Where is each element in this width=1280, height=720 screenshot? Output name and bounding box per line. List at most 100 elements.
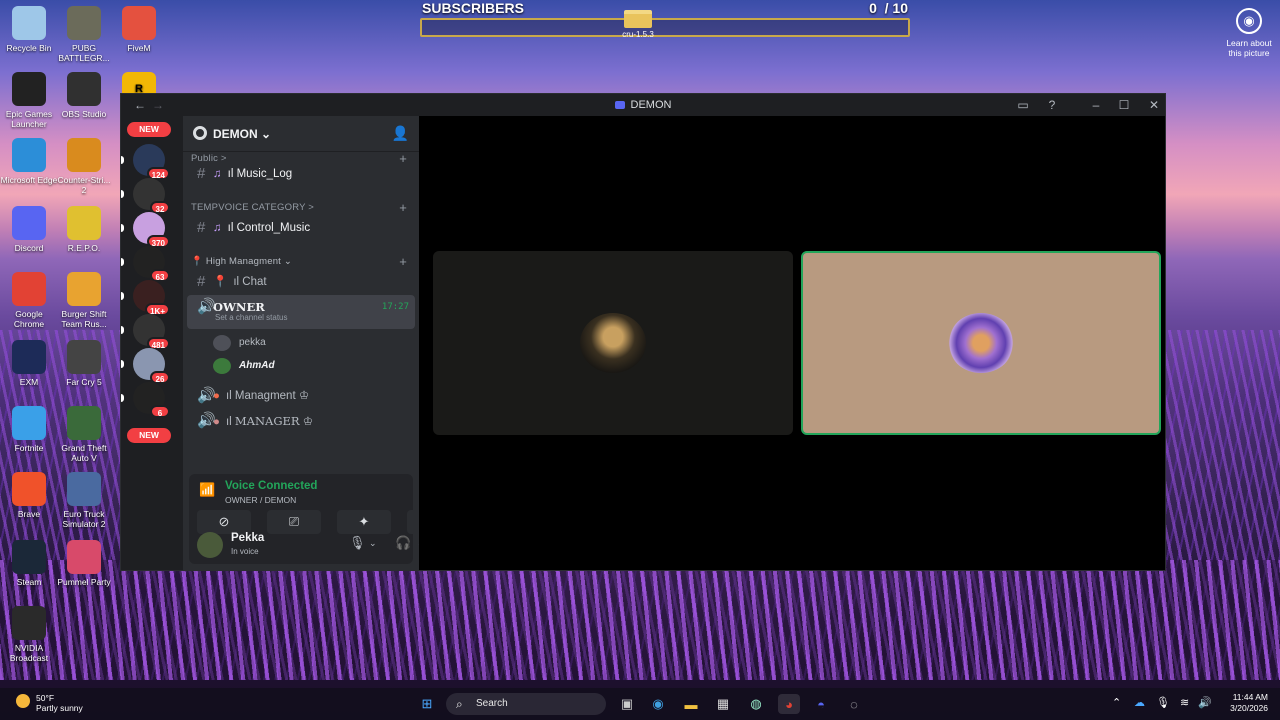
folder-cru[interactable]: cru-1.5.3 [622,10,654,48]
add-channel-icon[interactable]: + [399,200,407,215]
desktop-icon-obs[interactable]: OBS Studio [55,72,113,119]
chevron-up-icon[interactable]: ⌃ [1112,696,1121,709]
desktop-icon-pummel-party[interactable]: Pummel Party [55,540,113,587]
desktop-icon-pubg[interactable]: PUBG BATTLEGR... [55,6,113,63]
discord-taskbar-icon[interactable]: ◓ [810,694,832,714]
desktop-icon-exm[interactable]: EXM [0,340,58,387]
user-panel: Pekka In voice 🎙 ⌄ 🎧 ⌄ ⚙ [189,528,453,562]
desktop-icon-discord[interactable]: Discord [0,206,58,253]
ets2-icon [67,472,101,506]
desktop-icon-chrome[interactable]: Google Chrome [0,272,58,329]
desktop-icon-far-cry[interactable]: Far Cry 5 [55,340,113,387]
channel-control-music[interactable]: # ♫ ıl Control_Music [187,216,415,240]
desktop-icon-label: Steam [16,577,42,587]
speaker-icon: 🔊 [197,412,216,429]
desktop-icon-steam[interactable]: Steam [0,540,58,587]
edge-taskbar-icon[interactable]: ◉ [647,694,669,714]
server-icon[interactable]: 1K+ [133,280,170,316]
user-avatar-pekka [580,313,646,373]
chrome-taskbar-icon[interactable]: ◕ [778,694,800,714]
channel-chat[interactable]: # 📍 ıl Chat [187,270,415,294]
inbox-icon[interactable]: ▭ [1012,96,1034,114]
new-pill-top[interactable]: NEW [127,122,171,137]
store-icon[interactable]: ▦ [712,694,734,714]
desktop-icon-fivem[interactable]: FiveM [110,6,168,53]
chevron-down-icon[interactable]: ⌄ [369,538,377,549]
weather-widget[interactable]: 50°F Partly sunny [16,693,83,713]
desktop-icon-nvidia[interactable]: NVIDIA Broadcast [0,606,58,663]
maximize-icon[interactable]: ☐ [1113,96,1135,114]
voice-user-ahmad[interactable]: AhmAd [213,356,275,376]
learn-about-picture[interactable]: ◉ Learn about this picture [1222,8,1276,58]
speaker-icon: 🔊 [197,298,216,315]
channel-owner[interactable]: 🔊 OWNER 17:27 Set a channel status [187,295,415,329]
headphones-icon[interactable]: 🎧 [395,535,411,551]
wifi-icon[interactable]: ≋ [1180,696,1189,709]
desktop-icon-counter-strike[interactable]: Counter-Stri... 2 [55,138,113,195]
desktop-icon-recycle-bin[interactable]: Recycle Bin [0,6,58,53]
task-view-icon[interactable]: ▣ [616,694,638,714]
server-icon[interactable]: 481 [133,314,170,350]
server-icon[interactable]: 63 [133,246,170,282]
desktop-icon-label: R.E.P.O. [67,243,101,253]
clock[interactable]: 11:44 AM 3/20/2026 [1230,692,1268,714]
desktop-icon-epic-games[interactable]: Epic Games Launcher [0,72,58,129]
voice-channel-path[interactable]: OWNER / DEMON [225,495,296,505]
video-tile-ahmad[interactable] [801,251,1161,435]
start-icon[interactable]: ⊞ [416,694,438,714]
unread-pip [121,258,124,266]
desktop-icon-label: Far Cry 5 [66,377,102,387]
add-channel-icon[interactable]: + [399,254,407,269]
category-tempvoice[interactable]: TEMPVOICE CATEGORY > + [191,200,411,215]
microphone-tray-icon[interactable]: 🎙 [1156,696,1170,709]
desktop-icon-burger-shift[interactable]: Burger Shift Team Rus... [55,272,113,329]
category-high-managment[interactable]: 📍 High Managment ⌄ + [191,254,411,269]
microphone-icon[interactable]: 🎙 [349,535,366,551]
server-header[interactable]: DEMON ⌄ 👤 [183,116,419,152]
minimize-icon[interactable]: – [1085,96,1107,114]
video-tile-pekka[interactable] [433,251,793,435]
close-icon[interactable]: ✕ [1143,96,1165,114]
channel-managment[interactable]: 🔊 ● ıl Managment ♔ [187,384,415,408]
obs-taskbar-icon[interactable]: ◌ [843,694,865,714]
search-box[interactable]: ⌕ Search [446,693,606,715]
new-pill-bottom[interactable]: NEW [127,428,171,443]
channel-status[interactable]: Set a channel status [215,313,288,323]
folder-label: cru-1.5.3 [622,30,654,39]
volume-icon[interactable]: 🔊 [1198,696,1212,709]
server-icon[interactable]: 370 [133,212,170,248]
steam-taskbar-icon[interactable]: ◍ [745,694,767,714]
server-icon[interactable]: 26 [133,348,170,384]
signal-icon[interactable]: 📶 [199,482,215,498]
discord-window: ← → DEMON ▭ ? – ☐ ✕ NEW 124 32 370 63 1K+ 481… [120,93,1166,571]
invite-icon[interactable]: 👤 [392,125,409,142]
server-icon[interactable]: 6 [133,382,170,418]
voice-user-pekka[interactable]: pekka [213,333,266,353]
user-avatar[interactable] [197,532,223,558]
desktop-icon-edge[interactable]: Microsoft Edge [0,138,58,185]
server-icon[interactable]: 32 [133,178,170,214]
help-icon[interactable]: ? [1041,96,1063,114]
speaker-icon: 🔊 [197,387,216,404]
channel-music-log[interactable]: # ♫ ıl Music_Log [187,162,415,186]
channel-manager[interactable]: 🔊 ● ıl MANAGER ♔ [187,409,415,433]
user-name[interactable]: Pekka [231,532,264,544]
desktop-icon-fortnite[interactable]: Fortnite [0,406,58,453]
fivem-icon [122,6,156,40]
onedrive-icon[interactable]: ☁ [1134,696,1145,709]
brave-icon [12,472,46,506]
desktop-icon-ets2[interactable]: Euro Truck Simulator 2 [55,472,113,529]
taskbar: 50°F Partly sunny ⊞ ⌕ Search ▣ ◉ ▬ ▦ ◍ ◕ … [0,688,1280,720]
desktop-icon-label: Counter-Stri... 2 [57,175,111,195]
file-explorer-icon[interactable]: ▬ [680,694,702,714]
desktop-icon-label: Pummel Party [57,577,111,587]
desktop-icon-brave[interactable]: Brave [0,472,58,519]
pubg-icon [67,6,101,40]
channel-sidebar: DEMON ⌄ 👤 Public > + # ♫ ıl Music_Log TEMPV… [183,116,467,570]
voice-status[interactable]: Voice Connected [225,480,317,492]
desktop-icon-label: Brave [17,509,41,519]
desktop-icon-repo[interactable]: R.E.P.O. [55,206,113,253]
desktop-icon-gta[interactable]: Grand Theft Auto V [55,406,113,463]
subscribers-count: 0 / 10 [869,0,908,16]
server-icon[interactable]: 124 [133,144,170,180]
